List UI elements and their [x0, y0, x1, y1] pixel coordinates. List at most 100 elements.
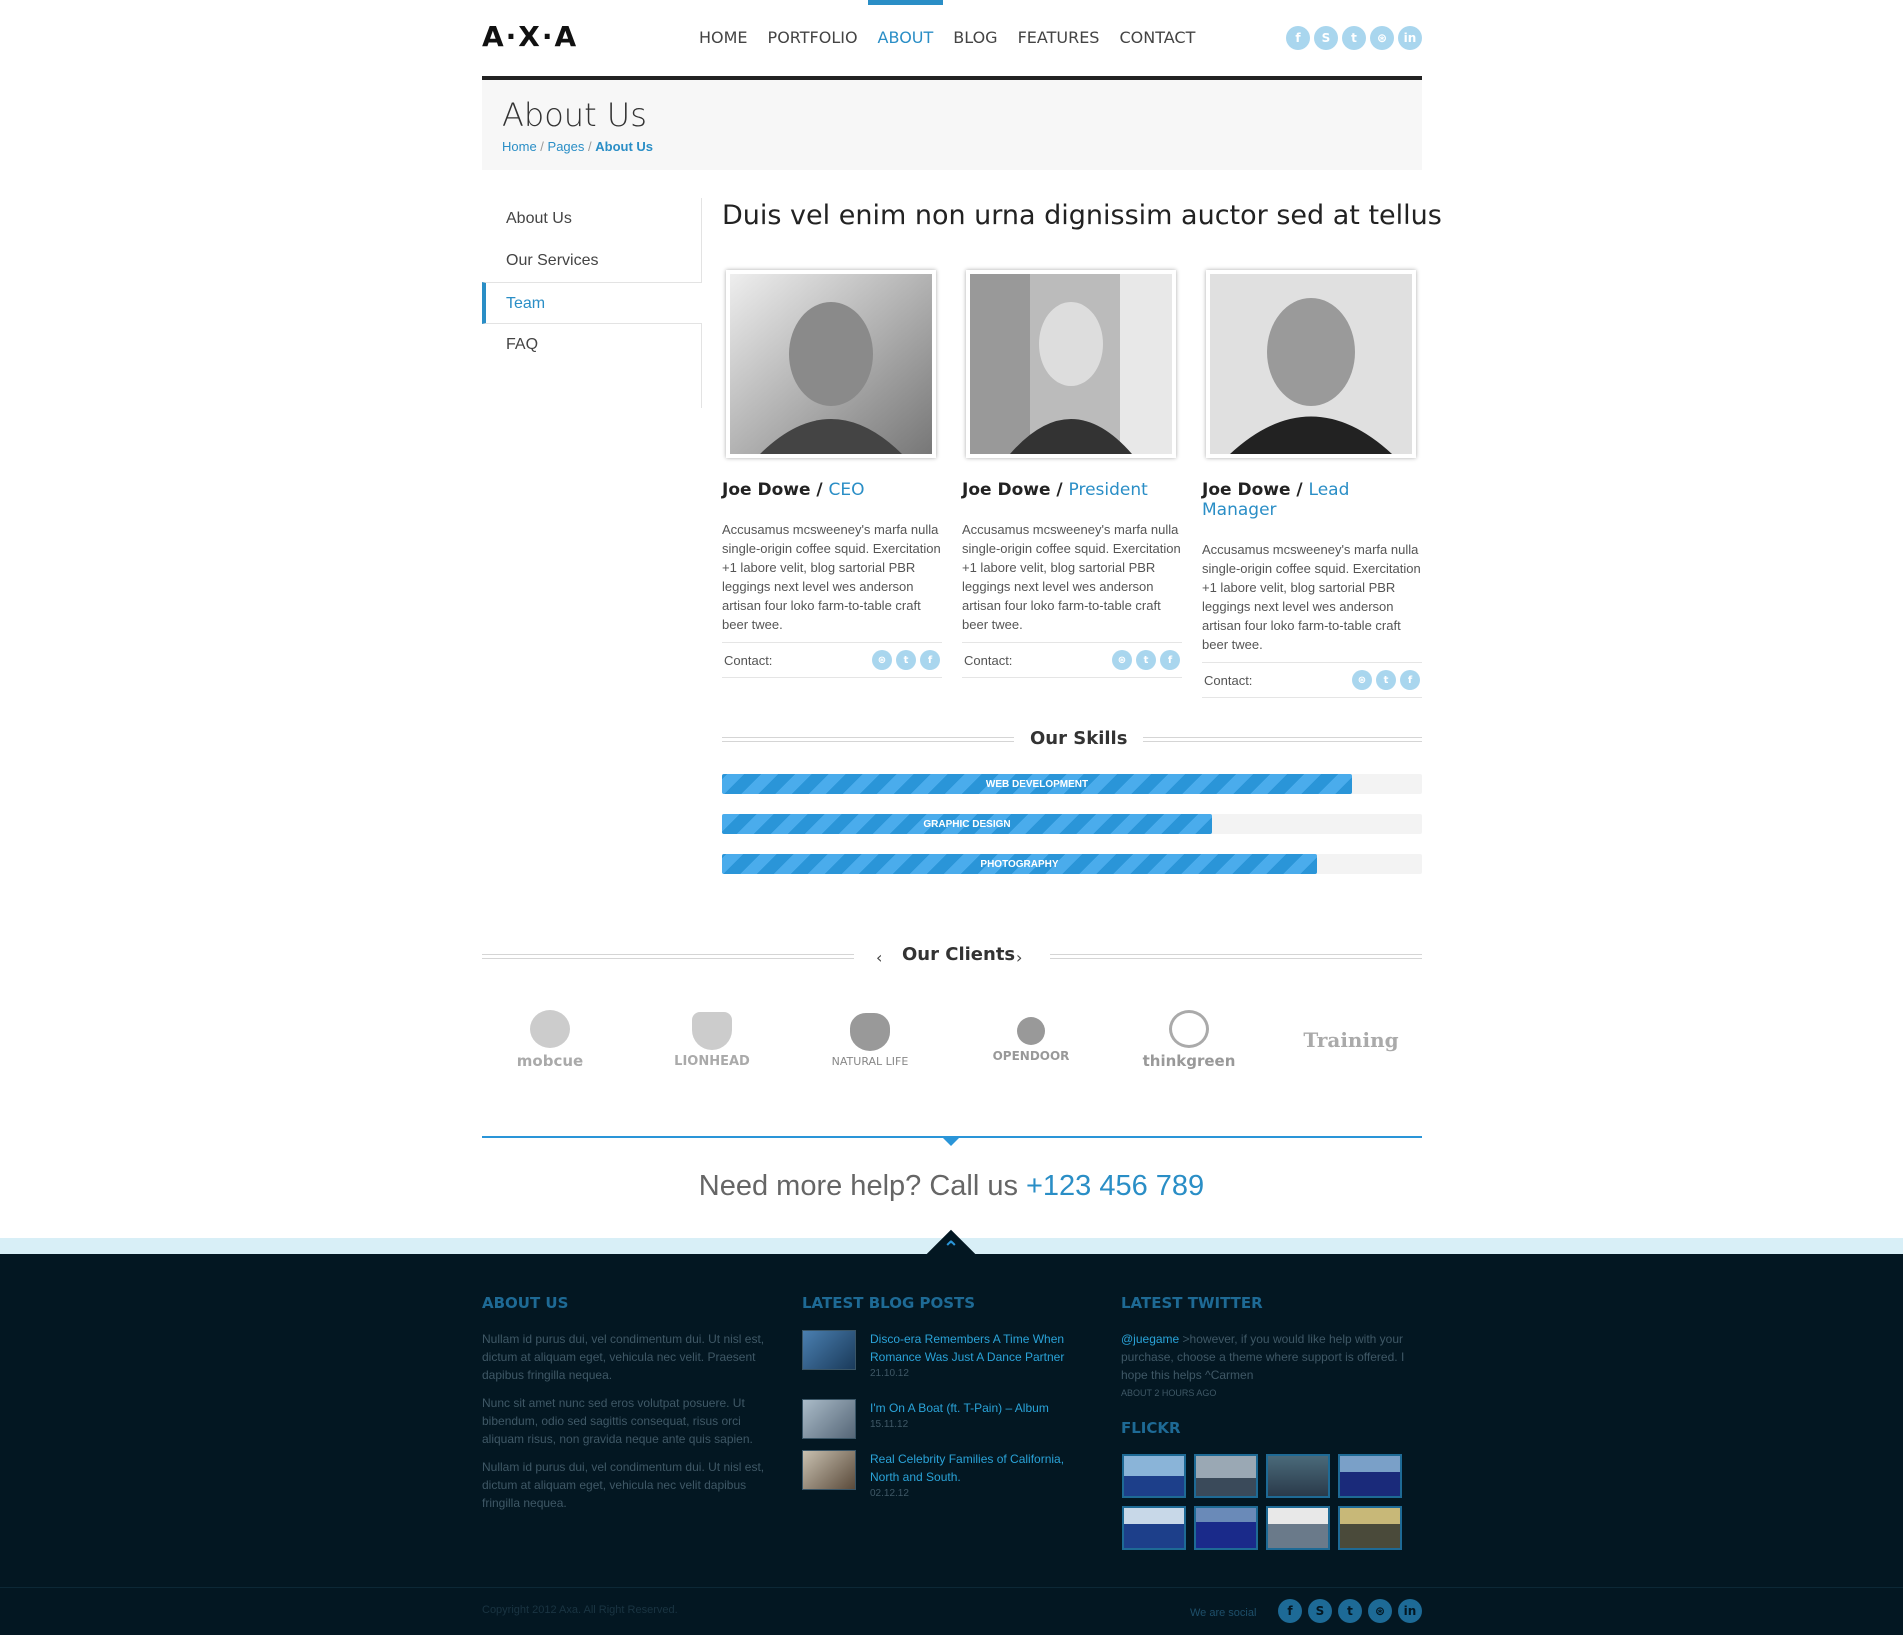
flickr-thumbnail[interactable] — [1266, 1454, 1330, 1498]
flickr-thumbnail[interactable] — [1122, 1506, 1186, 1550]
contact-label: Contact: — [1204, 672, 1253, 688]
nav-about[interactable]: ABOUT — [867, 0, 944, 60]
copyright: Copyright 2012 Axa. All Right Reserved. — [482, 1604, 678, 1616]
page-title-bar: About Us Home / Pages / About Us — [482, 76, 1422, 170]
client-name: thinkgreen — [1142, 1052, 1236, 1070]
footer-twitter-title: LATEST TWITTER — [1121, 1294, 1263, 1312]
header-social: f S t ⊛ in — [1286, 26, 1422, 50]
facebook-icon[interactable]: f — [1286, 26, 1310, 50]
twitter-icon[interactable]: t — [1136, 650, 1156, 670]
client-logo[interactable]: mobcue — [495, 1005, 605, 1075]
client-logo[interactable]: OPENDOOR — [976, 1005, 1086, 1075]
skill-bar: GRAPHIC DESIGN — [722, 814, 1422, 834]
team-member-name: Joe Dowe / CEO — [722, 480, 942, 500]
twitter-icon[interactable]: t — [896, 650, 916, 670]
dribbble-icon[interactable]: ⊛ — [1368, 1599, 1392, 1623]
blog-post-title[interactable]: I'm On A Boat (ft. T-Pain) – Album — [870, 1399, 1090, 1417]
footer-social: f S t ⊛ in — [1278, 1599, 1422, 1623]
client-logo-mark — [692, 1011, 732, 1050]
blog-post-thumbnail[interactable] — [802, 1450, 856, 1490]
member-name: Joe Dowe / — [962, 480, 1063, 500]
breadcrumb-separator: / — [536, 139, 548, 154]
twitter-icon[interactable]: t — [1338, 1599, 1362, 1623]
client-name: Training — [1303, 1028, 1399, 1052]
member-bio: Accusamus mcsweeney's marfa nulla single… — [962, 522, 1181, 632]
skype-icon[interactable]: S — [1308, 1599, 1332, 1623]
blog-post-title[interactable]: Real Celebrity Families of California, N… — [870, 1450, 1090, 1486]
sidebar-item-our-services[interactable]: Our Services — [482, 240, 701, 282]
team-photo — [726, 270, 936, 458]
blog-post-date: 21.10.12 — [870, 1368, 909, 1379]
facebook-icon[interactable]: f — [1160, 650, 1180, 670]
help-divider-notch — [943, 1138, 959, 1146]
blog-post-title[interactable]: Disco-era Remembers A Time When Romance … — [870, 1330, 1090, 1366]
twitter-icon[interactable]: t — [1342, 26, 1366, 50]
blog-post-thumbnail[interactable] — [802, 1330, 856, 1370]
footer-about-title: ABOUT US — [482, 1294, 569, 1312]
team-card: Joe Dowe / President Accusamus mcsweeney… — [962, 270, 1182, 678]
dribbble-icon[interactable]: ⊛ — [1112, 650, 1132, 670]
sidebar-item-team[interactable]: Team — [482, 282, 702, 324]
clients-title: Our Clients — [888, 944, 1030, 965]
blog-post-item[interactable]: Disco-era Remembers A Time When Romance … — [802, 1330, 1090, 1379]
blog-post-date: 02.12.12 — [870, 1488, 909, 1499]
nav-home[interactable]: HOME — [689, 0, 758, 60]
nav-contact[interactable]: CONTACT — [1109, 0, 1205, 60]
chevron-up-icon[interactable]: ⌃ — [941, 1236, 961, 1260]
linkedin-icon[interactable]: in — [1398, 1599, 1422, 1623]
logo[interactable]: A·X·A — [482, 20, 578, 53]
nav-portfolio[interactable]: PORTFOLIO — [758, 0, 868, 60]
site-header: A·X·A HOME PORTFOLIO ABOUT BLOG FEATURES… — [482, 0, 1422, 80]
help-phone[interactable]: +123 456 789 — [1026, 1170, 1204, 1202]
skill-fill: WEB DEVELOPMENT — [722, 774, 1352, 794]
sidebar-item-faq[interactable]: FAQ — [482, 324, 701, 366]
social-label: We are social — [1190, 1607, 1257, 1619]
flickr-thumbnail[interactable] — [1194, 1454, 1258, 1498]
member-role: President — [1068, 480, 1148, 500]
breadcrumb-pages[interactable]: Pages — [548, 139, 585, 154]
flickr-thumbnail[interactable] — [1194, 1506, 1258, 1550]
client-logo[interactable]: thinkgreen — [1134, 1005, 1244, 1075]
breadcrumb-current: About Us — [595, 139, 654, 154]
footer-about-paragraph: Nullam id purus dui, vel condimentum dui… — [482, 1460, 765, 1510]
sidebar-item-about-us[interactable]: About Us — [482, 198, 701, 240]
member-role: CEO — [828, 480, 865, 500]
dribbble-icon[interactable]: ⊛ — [1370, 26, 1394, 50]
client-logo[interactable]: LIONHEAD — [657, 1005, 767, 1075]
breadcrumb-home[interactable]: Home — [502, 139, 537, 154]
flickr-thumbnail[interactable] — [1338, 1454, 1402, 1498]
breadcrumb-separator: / — [584, 139, 596, 154]
dribbble-icon[interactable]: ⊛ — [872, 650, 892, 670]
nav-features[interactable]: FEATURES — [1008, 0, 1110, 60]
flickr-thumbnail[interactable] — [1266, 1506, 1330, 1550]
blog-post-thumbnail[interactable] — [802, 1399, 856, 1439]
contact-label: Contact: — [964, 652, 1013, 668]
footer-about-paragraph: Nunc sit amet nunc sed eros volutpat pos… — [482, 1396, 753, 1446]
skill-bar: WEB DEVELOPMENT — [722, 774, 1422, 794]
client-name: OPENDOOR — [992, 1049, 1070, 1063]
twitter-icon[interactable]: t — [1376, 670, 1396, 690]
clients-next-button[interactable]: › — [1016, 948, 1022, 967]
blog-post-item[interactable]: Real Celebrity Families of California, N… — [802, 1450, 1090, 1499]
blog-post-item[interactable]: I'm On A Boat (ft. T-Pain) – Album 15.11.… — [802, 1399, 1090, 1439]
skype-icon[interactable]: S — [1314, 26, 1338, 50]
dribbble-icon[interactable]: ⊛ — [1352, 670, 1372, 690]
tweet-time: ABOUT 2 HOURS AGO — [1121, 1388, 1217, 1398]
contact-label: Contact: — [724, 652, 773, 668]
facebook-icon[interactable]: f — [1278, 1599, 1302, 1623]
nav-blog[interactable]: BLOG — [943, 0, 1007, 60]
skill-label: GRAPHIC DESIGN — [923, 818, 1011, 830]
flickr-thumbnail[interactable] — [1338, 1506, 1402, 1550]
tweet-handle[interactable]: @juegame — [1121, 1332, 1179, 1346]
facebook-icon[interactable]: f — [1400, 670, 1420, 690]
clients-prev-button[interactable]: ‹ — [876, 948, 882, 967]
skills-title: Our Skills — [1014, 728, 1144, 749]
flickr-thumbnail[interactable] — [1122, 1454, 1186, 1498]
client-logo[interactable]: Training — [1296, 1005, 1406, 1075]
facebook-icon[interactable]: f — [920, 650, 940, 670]
main-heading: Duis vel enim non urna dignissim auctor … — [722, 200, 1442, 231]
skill-fill: PHOTOGRAPHY — [722, 854, 1317, 874]
linkedin-icon[interactable]: in — [1398, 26, 1422, 50]
team-member-name: Joe Dowe / Lead Manager — [1202, 480, 1422, 520]
client-logo[interactable]: NATURAL LIFE — [815, 1005, 925, 1075]
